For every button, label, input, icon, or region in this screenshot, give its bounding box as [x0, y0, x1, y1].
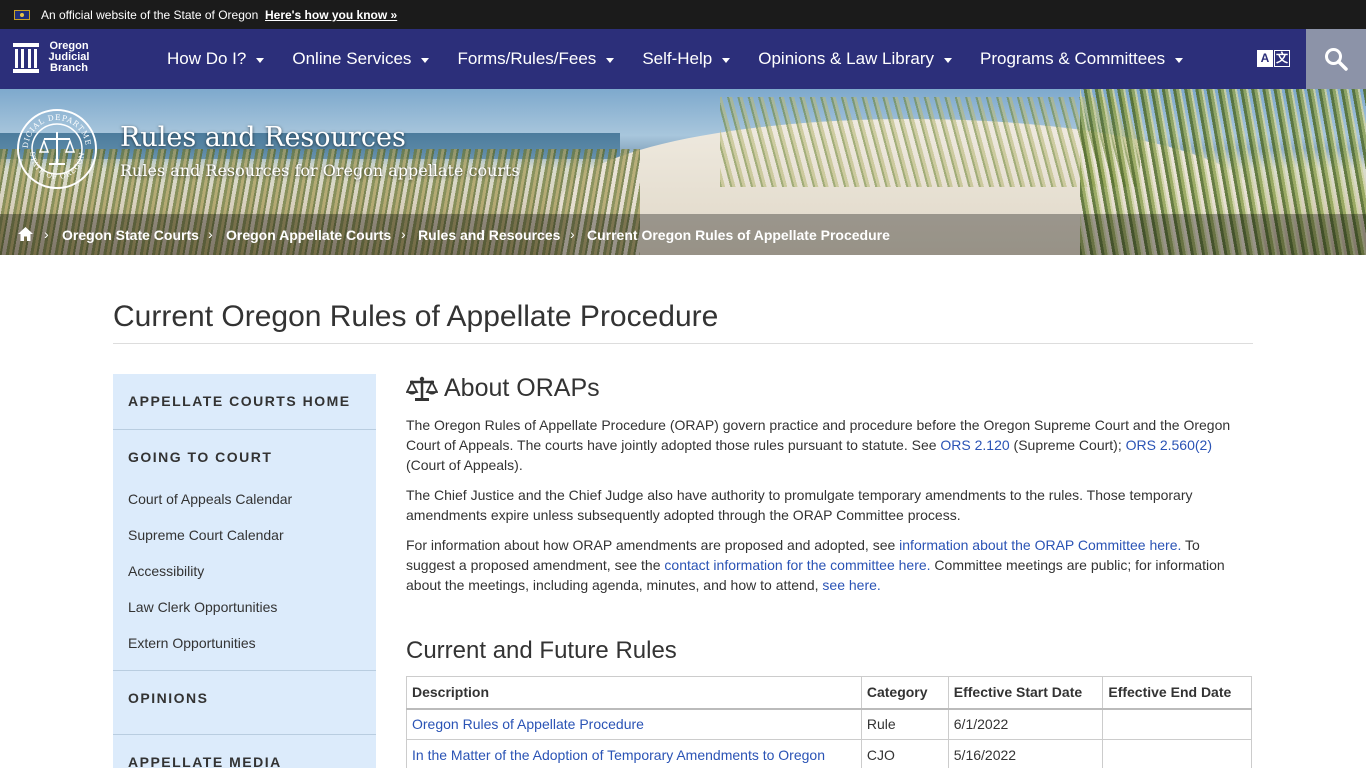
sidebar-link-extern-opportunities[interactable]: Extern Opportunities	[128, 635, 256, 651]
search-button[interactable]	[1306, 29, 1366, 89]
oregon-flag-icon	[14, 10, 30, 20]
translate-cjk-glyph: 文	[1274, 50, 1290, 67]
how-you-know-link[interactable]: Here's how you know »	[265, 8, 397, 22]
nav-item-label: Online Services	[292, 49, 412, 68]
chevron-right-icon: ›	[570, 226, 575, 242]
cell-end-date	[1102, 708, 1252, 740]
sidebar-appellate-media[interactable]: APPELLATE MEDIA	[128, 754, 282, 768]
cell-category: Rule	[860, 708, 949, 740]
judicial-seal-icon: JUDICIAL DEPARTMENT STATE OF OREGON	[16, 108, 97, 189]
caret-down-icon	[421, 57, 430, 63]
column-header-category[interactable]: Category	[860, 676, 949, 710]
caret-down-icon	[606, 57, 615, 63]
nav-item-self-help[interactable]: Self-Help	[628, 29, 744, 89]
sidebar-divider	[113, 429, 376, 430]
sidebar-link-law-clerk-opportunities[interactable]: Law Clerk Opportunities	[128, 599, 277, 615]
breadcrumb: › Oregon State Courts › Oregon Appellate…	[0, 214, 1366, 255]
column-header-description[interactable]: Description	[406, 676, 862, 710]
sidebar-opinions[interactable]: OPINIONS	[128, 690, 208, 706]
rules-table: Description Category Effective Start Dat…	[406, 676, 1252, 768]
nav-item-online-services[interactable]: Online Services	[278, 29, 443, 89]
translate-icon[interactable]: A 文	[1257, 50, 1291, 67]
cell-category: CJO	[860, 739, 949, 768]
cell-start-date: 6/1/2022	[947, 708, 1104, 740]
nav-item-label: Programs & Committees	[980, 49, 1166, 68]
hero-banner: JUDICIAL DEPARTMENT STATE OF OREGON Rule…	[0, 89, 1366, 255]
translate-a-glyph: A	[1257, 50, 1273, 67]
breadcrumb-oregon-appellate-courts[interactable]: Oregon Appellate Courts	[226, 227, 391, 243]
table-header-row: Description Category Effective Start Dat…	[406, 676, 1252, 710]
chevron-right-icon: ›	[208, 226, 213, 242]
orap-committee-info-link[interactable]: information about the ORAP Committee her…	[899, 537, 1181, 553]
sidebar-appellate-courts-home[interactable]: APPELLATE COURTS HOME	[128, 393, 351, 409]
hero-subtitle: Rules and Resources for Oregon appellate…	[120, 161, 520, 180]
sidebar-link-accessibility[interactable]: Accessibility	[128, 563, 204, 579]
sidebar-divider	[113, 734, 376, 735]
home-icon[interactable]	[17, 226, 34, 242]
cell-description: In the Matter of the Adoption of Tempora…	[406, 739, 862, 768]
cell-description: Oregon Rules of Appellate Procedure	[406, 708, 862, 740]
search-icon	[1325, 48, 1348, 71]
scale-balance-icon	[406, 376, 438, 401]
text-run: (Supreme Court);	[1009, 437, 1126, 453]
caret-down-icon	[1175, 57, 1184, 63]
nav-item-label: Opinions & Law Library	[758, 49, 934, 68]
cell-start-date: 5/16/2022	[947, 739, 1104, 768]
caret-down-icon	[944, 57, 952, 63]
chevron-right-icon: ›	[401, 226, 406, 242]
ojb-logo[interactable]: Oregon Judicial Branch	[12, 40, 102, 80]
column-header-end-date[interactable]: Effective End Date	[1102, 676, 1252, 710]
breadcrumb-current-page: Current Oregon Rules of Appellate Proced…	[587, 227, 890, 243]
column-header-start-date[interactable]: Effective Start Date	[947, 676, 1104, 710]
table-row: In the Matter of the Adoption of Tempora…	[406, 739, 1252, 768]
committee-contact-link[interactable]: contact information for the committee he…	[664, 557, 930, 573]
sidebar-link-supreme-court-calendar[interactable]: Supreme Court Calendar	[128, 527, 284, 543]
nav-item-opinions-law-library[interactable]: Opinions & Law Library	[744, 29, 966, 89]
sidebar-divider	[113, 670, 376, 671]
ors-2-120-link[interactable]: ORS 2.120	[940, 437, 1009, 453]
courthouse-pillar-icon	[12, 42, 40, 74]
hero-title: Rules and Resources	[120, 122, 406, 153]
nav-item-forms-rules-fees[interactable]: Forms/Rules/Fees	[443, 29, 628, 89]
about-paragraph-2: The Chief Justice and the Chief Judge al…	[406, 487, 1193, 523]
breadcrumb-rules-and-resources[interactable]: Rules and Resources	[418, 227, 560, 243]
official-banner: An official website of the State of Oreg…	[0, 0, 1366, 29]
rules-heading: Current and Future Rules	[406, 637, 677, 664]
ors-2-560-link[interactable]: ORS 2.560(2)	[1126, 437, 1212, 453]
meetings-info-link[interactable]: see here.	[822, 577, 880, 593]
sidebar-going-to-court[interactable]: GOING TO COURT	[128, 449, 272, 465]
nav-item-label: Self-Help	[642, 49, 713, 68]
cell-end-date	[1102, 739, 1252, 768]
caret-down-icon	[722, 57, 731, 63]
table-row: Oregon Rules of Appellate Procedure Rule…	[406, 708, 1252, 740]
nav-item-label: Forms/Rules/Fees	[457, 49, 597, 68]
nav-menu: How Do I? Online Services Forms/Rules/Fe…	[153, 29, 1197, 89]
rule-link[interactable]: In the Matter of the Adoption of Tempora…	[412, 747, 825, 763]
text-run: (Court of Appeals).	[406, 457, 523, 473]
breadcrumb-oregon-state-courts[interactable]: Oregon State Courts	[62, 227, 199, 243]
nav-item-how-do-i[interactable]: How Do I?	[153, 29, 278, 89]
text-run: For information about how ORAP amendment…	[406, 537, 900, 553]
title-divider	[113, 343, 1253, 344]
about-paragraph-1: The Oregon Rules of Appellate Procedure …	[406, 415, 1241, 475]
rule-link[interactable]: Oregon Rules of Appellate Procedure	[412, 716, 644, 732]
hero-grass	[720, 97, 1140, 187]
about-title: About ORAPs	[444, 374, 600, 402]
nav-item-programs-committees[interactable]: Programs & Committees	[966, 29, 1197, 89]
caret-down-icon	[256, 57, 265, 63]
logo-line: Branch	[50, 62, 88, 74]
sidebar-nav: APPELLATE COURTS HOME GOING TO COURT Cou…	[113, 374, 376, 768]
main-nav: Oregon Judicial Branch How Do I? Online …	[0, 29, 1366, 89]
logo-text: Oregon Judicial Branch	[48, 41, 90, 74]
chevron-right-icon: ›	[44, 226, 49, 242]
page-title: Current Oregon Rules of Appellate Proced…	[113, 300, 719, 333]
nav-item-label: How Do I?	[167, 49, 247, 68]
about-paragraph-3: For information about how ORAP amendment…	[406, 535, 1241, 595]
official-text: An official website of the State of Oreg…	[41, 8, 259, 22]
sidebar-link-court-of-appeals-calendar[interactable]: Court of Appeals Calendar	[128, 491, 292, 507]
